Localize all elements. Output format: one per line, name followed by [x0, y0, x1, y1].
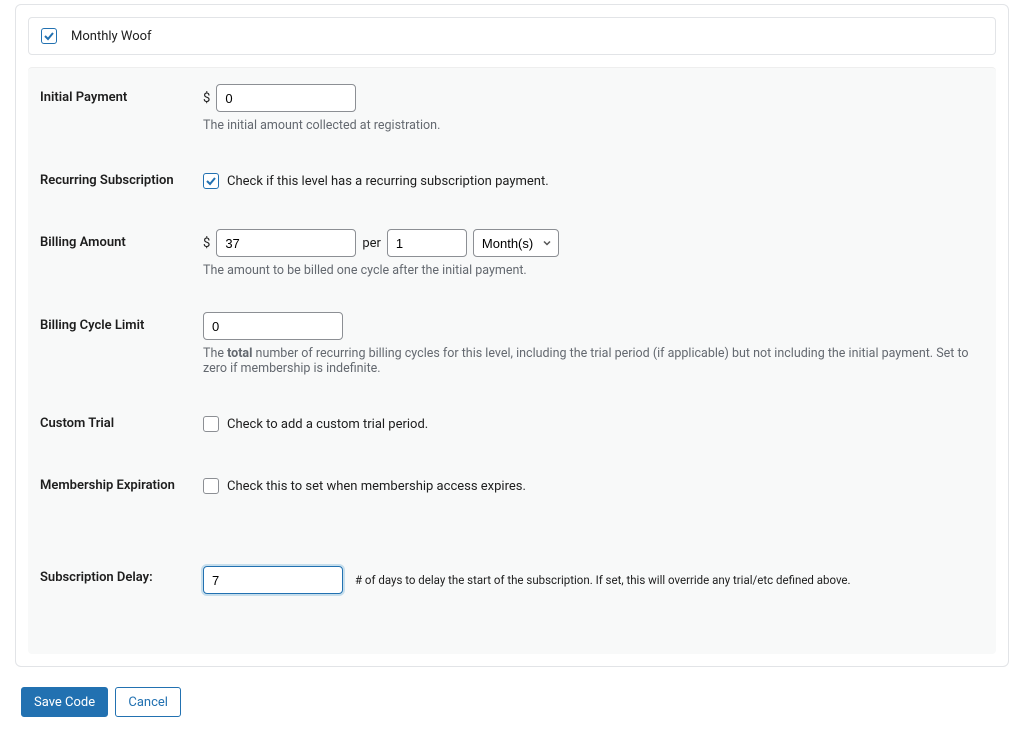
row-billing-amount: Billing Amount $ per Month(s) — [28, 205, 996, 288]
custom-trial-label: Custom Trial — [28, 410, 203, 431]
check-icon — [205, 175, 217, 187]
sub-delay-input[interactable] — [203, 566, 343, 594]
billing-cycle-unit-select[interactable]: Month(s) — [473, 229, 559, 257]
billing-amount-label: Billing Amount — [28, 229, 203, 250]
sub-delay-label: Subscription Delay: — [28, 566, 203, 585]
level-header: Monthly Woof — [28, 17, 996, 55]
currency-symbol: $ — [203, 236, 210, 251]
recurring-text: Check if this level has a recurring subs… — [227, 174, 549, 189]
cancel-button[interactable]: Cancel — [115, 687, 181, 717]
expiration-label: Membership Expiration — [28, 472, 203, 493]
custom-trial-checkbox[interactable] — [203, 416, 219, 432]
per-label: per — [362, 236, 381, 251]
expiration-checkbox[interactable] — [203, 478, 219, 494]
row-recurring: Recurring Subscription Check if this lev… — [28, 143, 996, 205]
expiration-text: Check this to set when membership access… — [227, 479, 526, 494]
billing-cycle-num-input[interactable] — [387, 229, 467, 257]
initial-payment-label: Initial Payment — [28, 84, 203, 105]
sub-delay-desc: # of days to delay the start of the subs… — [355, 573, 851, 587]
row-expiration: Membership Expiration Check this to set … — [28, 448, 996, 510]
currency-symbol: $ — [203, 91, 210, 106]
level-name-label: Monthly Woof — [71, 29, 152, 44]
initial-payment-input[interactable] — [216, 84, 356, 112]
level-enabled-checkbox[interactable] — [41, 28, 57, 44]
custom-trial-text: Check to add a custom trial period. — [227, 417, 428, 432]
form-body: Initial Payment $ The initial amount col… — [28, 67, 996, 654]
billing-amount-input[interactable] — [216, 229, 356, 257]
settings-panel: Monthly Woof Initial Payment $ The initi… — [15, 4, 1009, 667]
initial-payment-help: The initial amount collected at registra… — [203, 118, 976, 133]
billing-amount-help: The amount to be billed one cycle after … — [203, 263, 976, 278]
row-sub-delay: Subscription Delay: # of days to delay t… — [28, 510, 996, 604]
row-initial-payment: Initial Payment $ The initial amount col… — [28, 74, 996, 143]
cycle-limit-input[interactable] — [203, 312, 343, 340]
recurring-checkbox[interactable] — [203, 173, 219, 189]
save-button[interactable]: Save Code — [21, 687, 108, 717]
billing-cycle-unit-wrap: Month(s) — [473, 229, 559, 257]
cycle-limit-label: Billing Cycle Limit — [28, 312, 203, 333]
check-icon — [43, 30, 55, 42]
row-cycle-limit: Billing Cycle Limit The total number of … — [28, 288, 996, 386]
row-custom-trial: Custom Trial Check to add a custom trial… — [28, 386, 996, 448]
cycle-limit-help: The total number of recurring billing cy… — [203, 346, 976, 376]
actions-row: Save Code Cancel — [15, 667, 1009, 717]
recurring-label: Recurring Subscription — [28, 167, 203, 188]
